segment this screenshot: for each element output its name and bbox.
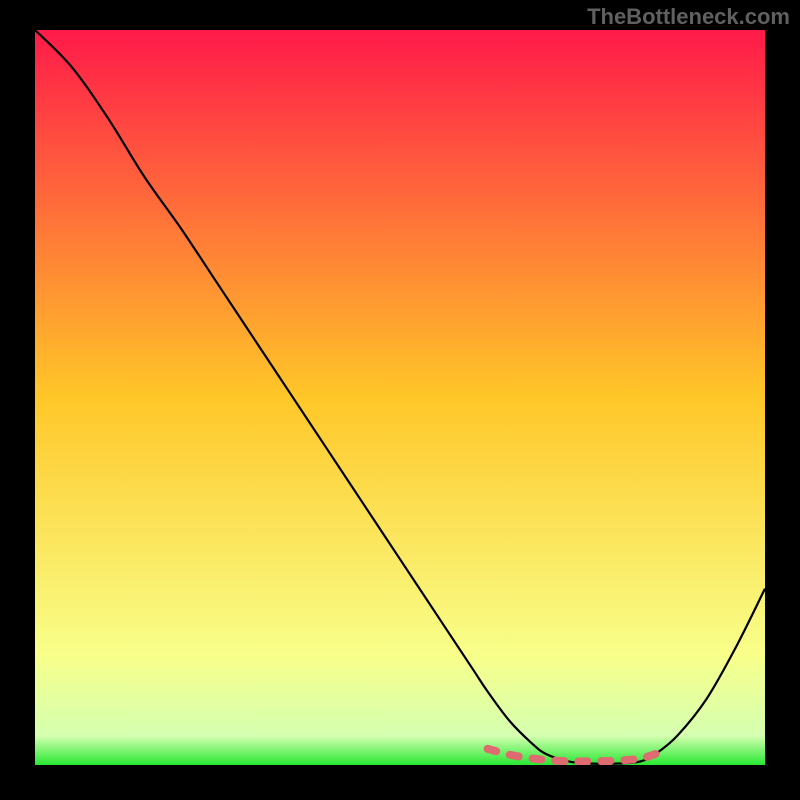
chart-background [35,30,765,765]
chart-area [35,30,765,765]
chart-svg [35,30,765,765]
watermark-text: TheBottleneck.com [587,4,790,30]
